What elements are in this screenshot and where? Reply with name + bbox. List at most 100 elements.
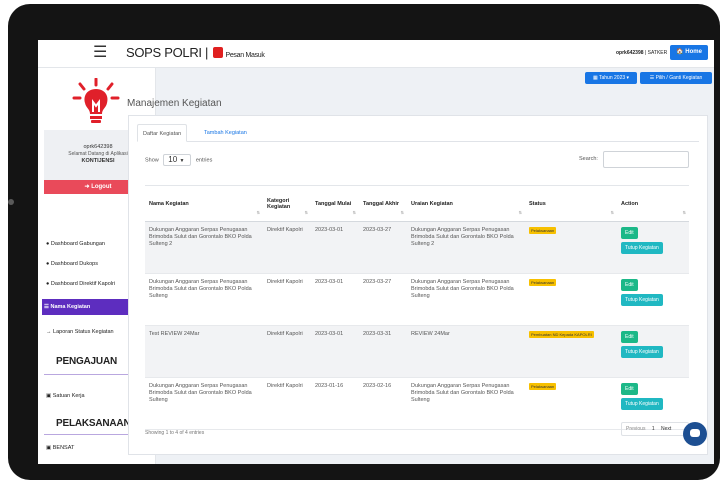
edit-button[interactable]: Edit (621, 331, 638, 343)
cell-uraian: Dukungan Anggaran Serpas Penugasan Brimo… (407, 273, 525, 326)
col-header-uraian[interactable]: Uraian Kegiatan ⇅ (407, 185, 525, 222)
top-bar: ☰ SOPS POLRI | Pesan Masuk oprk642398 | … (38, 40, 714, 68)
app-title-text: SOPS POLRI | (126, 45, 209, 60)
header-label: Status (529, 200, 546, 207)
sort-icon: ⇅ (682, 210, 686, 215)
close-activity-button[interactable]: Tutup Kegiatan (621, 242, 663, 254)
home-icon: 🏠 (676, 49, 684, 55)
col-header-kategori[interactable]: Kategori Kegiatan ⇅ (263, 185, 311, 222)
cell-kategori: Direktif Kapolri (263, 273, 311, 326)
header-username: oprk642398 (616, 50, 644, 56)
cell-akhir: 2023-03-27 (359, 273, 407, 326)
cell-kategori: Direktif Kapolri (263, 221, 311, 274)
tab-daftar-kegiatan[interactable]: Daftar Kegiatan (137, 124, 188, 142)
cell-akhir: 2023-03-27 (359, 221, 407, 274)
cell-nama: Dukungan Anggaran Serpas Penugasan Brimo… (145, 221, 263, 274)
close-activity-button[interactable]: Tutup Kegiatan (621, 346, 663, 358)
cell-nama: Dukungan Anggaran Serpas Penugasan Brimo… (145, 377, 263, 430)
mail-link[interactable]: Pesan Masuk (225, 52, 264, 59)
cell-mulai: 2023-03-01 (311, 325, 359, 378)
cell-status: Pelaksanaan (525, 377, 617, 430)
lightbulb-logo-icon (72, 78, 120, 123)
cell-action: Edit Tutup Kegiatan (617, 325, 689, 378)
table-header-row: Nama Kegiatan ⇅ Kategori Kegiatan ⇅ Tangga… (145, 185, 689, 222)
pager-page-1[interactable]: 1 (652, 423, 655, 435)
close-activity-button[interactable]: Tutup Kegiatan (621, 398, 663, 410)
activity-table: Nama Kegiatan ⇅ Kategori Kegiatan ⇅ Tangga… (145, 185, 689, 430)
user-info[interactable]: oprk642398 | SATKER (616, 50, 667, 56)
header-role: SATKER (647, 50, 668, 56)
entries-select[interactable]: 10 ▼ (163, 154, 192, 166)
calendar-icon: ▦ (592, 75, 598, 81)
edit-button[interactable]: Edit (621, 383, 638, 395)
cell-nama: Test REVIEW 24Mar (145, 325, 263, 378)
sort-icon: ⇅ (256, 210, 260, 215)
tablet-frame: ☰ SOPS POLRI | Pesan Masuk oprk642398 | … (8, 4, 720, 480)
mail-icon[interactable] (213, 47, 224, 58)
status-badge: Pelaksanaan (529, 383, 557, 390)
logout-icon: ➜ (84, 184, 90, 190)
cell-status: Pelaksanaan (525, 273, 617, 326)
sidebar-item-label: BENSAT (52, 445, 75, 451)
pick-activity-button[interactable]: ☰ Pilih / Ganti Kegiatan (640, 72, 712, 84)
cell-kategori: Direktif Kapolri (263, 377, 311, 430)
edit-button[interactable]: Edit (621, 227, 638, 239)
header-label: Kategori Kegiatan (267, 197, 291, 210)
col-header-action[interactable]: Action ⇅ (617, 185, 689, 222)
col-header-status[interactable]: Status ⇅ (525, 185, 617, 222)
dashboard-icon: ● (46, 261, 50, 267)
entries-label: entries (195, 157, 213, 164)
search-label: Search: (579, 156, 598, 162)
list-icon: ☰ (649, 75, 655, 81)
pick-label: Pilih / Ganti Kegiatan (655, 75, 703, 81)
chevron-down-icon: ▼ (179, 158, 185, 164)
col-header-akhir[interactable]: Tanggal Akhir ⇅ (359, 185, 407, 222)
sidebar-item-label: Laporan Status Kegiatan (53, 329, 114, 335)
home-button[interactable]: 🏠 Home (670, 45, 708, 60)
length-control: Show 10 ▼ entries (145, 154, 212, 166)
sort-icon: ⇅ (518, 210, 522, 215)
col-header-mulai[interactable]: Tanggal Mulai ⇅ (311, 185, 359, 222)
status-badge: Pelaksanaan (529, 227, 557, 234)
sidebar-item-label: Nama Kegiatan (50, 304, 91, 310)
page-title: Manajemen Kegiatan (127, 98, 222, 109)
table-row: Dukungan Anggaran Serpas Penugasan Brimo… (145, 273, 689, 326)
chat-icon[interactable] (683, 422, 707, 446)
cell-akhir: 2023-02-16 (359, 377, 407, 430)
pager-previous[interactable]: Previous (626, 426, 645, 432)
year-dropdown-button[interactable]: ▦ Tahun 2023 ▾ (585, 72, 637, 84)
table-row: Dukungan Anggaran Serpas Penugasan Brimo… (145, 377, 689, 430)
edit-button[interactable]: Edit (621, 279, 638, 291)
cell-akhir: 2023-03-31 (359, 325, 407, 378)
sidebar-item-label: Dashboard Gabungan (50, 241, 105, 247)
cell-status: Pembuatan ND Kepada KAPOLRI (525, 325, 617, 378)
col-header-nama[interactable]: Nama Kegiatan ⇅ (145, 185, 263, 222)
sort-icon: ⇅ (610, 210, 614, 215)
cell-action: Edit Tutup Kegiatan (617, 221, 689, 274)
cell-mulai: 2023-03-01 (311, 273, 359, 326)
close-activity-button[interactable]: Tutup Kegiatan (621, 294, 663, 306)
search-input[interactable] (603, 151, 689, 168)
cell-action: Edit Tutup Kegiatan (617, 273, 689, 326)
sidebar-item-label: Dashboard Direktif Kapolri (50, 281, 116, 287)
building-icon: ▣ (46, 393, 52, 399)
cell-uraian: REVIEW 24Mar (407, 325, 525, 378)
list-icon: ☰ (44, 304, 49, 310)
camera-dot (8, 199, 14, 205)
year-label: Tahun 2023 (599, 75, 626, 81)
content-card: Daftar Kegiatan Tambah Kegiatan Show 10 … (128, 115, 708, 455)
showing-info: Showing 1 to 4 of 4 entries (145, 430, 205, 436)
pager-next[interactable]: Next (661, 423, 671, 435)
sort-icon: ⇅ (304, 210, 308, 215)
sort-icon: ⇅ (352, 210, 356, 215)
arrow-right-icon: → (46, 329, 52, 335)
tab-bar: Daftar Kegiatan Tambah Kegiatan (137, 124, 699, 142)
menu-icon[interactable]: ☰ (93, 45, 107, 61)
tab-tambah-kegiatan[interactable]: Tambah Kegiatan (199, 124, 252, 142)
app-screen: ☰ SOPS POLRI | Pesan Masuk oprk642398 | … (38, 40, 714, 464)
cell-nama: Dukungan Anggaran Serpas Penugasan Brimo… (145, 273, 263, 326)
cell-mulai: 2023-01-16 (311, 377, 359, 430)
header-label: Tanggal Akhir (363, 200, 400, 207)
dashboard-icon: ● (46, 281, 50, 287)
cell-kategori: Direktif Kapolri (263, 325, 311, 378)
